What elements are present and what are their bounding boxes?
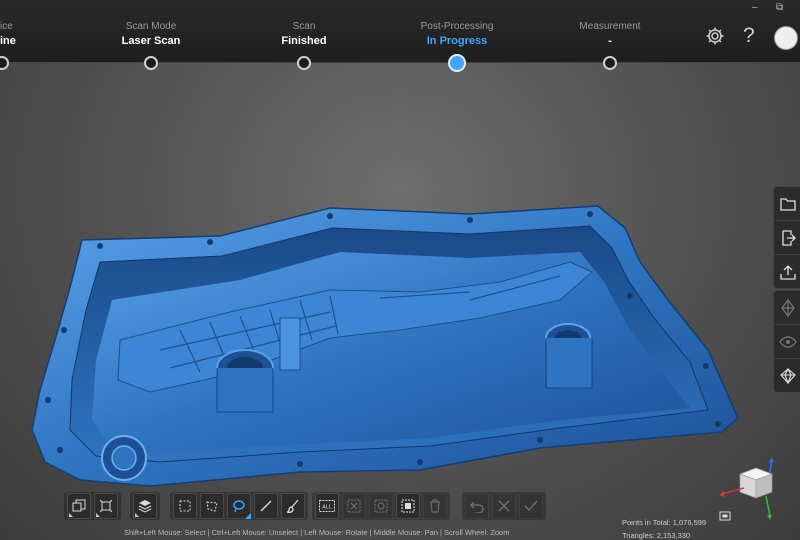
select-all-label: ALL <box>322 505 332 511</box>
brush-select-icon[interactable] <box>281 493 305 519</box>
selection-toolbar-group <box>170 492 308 520</box>
select-all-icon[interactable]: ALL <box>315 493 339 519</box>
line-select-icon[interactable] <box>254 493 278 519</box>
apply-check-icon[interactable] <box>519 493 543 519</box>
cancel-icon[interactable] <box>492 493 516 519</box>
layers-icon[interactable] <box>133 493 157 519</box>
fit-view-icon[interactable] <box>718 510 732 522</box>
lasso-select-icon[interactable] <box>227 493 251 519</box>
visibility-eye-icon[interactable] <box>774 325 800 359</box>
triangles-count: Triangles: 2,153,330 <box>622 531 691 540</box>
select-through-icon[interactable] <box>396 493 420 519</box>
box-view-icon[interactable] <box>94 493 118 519</box>
scanned-valve-cover-mesh[interactable] <box>0 0 800 540</box>
export-icon[interactable] <box>774 255 800 288</box>
polygon-select-icon[interactable] <box>200 493 224 519</box>
undo-icon[interactable] <box>465 493 489 519</box>
delete-icon[interactable] <box>423 493 447 519</box>
layers-toolbar-group <box>130 492 160 520</box>
mesh-icon[interactable] <box>774 291 800 325</box>
open-folder-icon[interactable] <box>774 187 800 221</box>
file-toolbar <box>773 186 800 289</box>
render-mode-icon[interactable] <box>774 359 800 392</box>
mouse-hint-bar: Shift+Left Mouse: Select | Ctrl+Left Mou… <box>124 528 510 537</box>
render-toolbar <box>773 290 800 393</box>
invert-select-icon[interactable] <box>342 493 366 519</box>
rect-select-icon[interactable] <box>173 493 197 519</box>
action-toolbar-group <box>462 492 546 520</box>
import-icon[interactable] <box>774 221 800 255</box>
points-count: Points in Total: 1,076,599 <box>622 518 707 527</box>
view-toolbar-group <box>64 492 121 520</box>
view-layer-icon[interactable] <box>67 493 91 519</box>
edit-toolbar-group: ALL <box>312 492 450 520</box>
select-connected-icon[interactable] <box>369 493 393 519</box>
